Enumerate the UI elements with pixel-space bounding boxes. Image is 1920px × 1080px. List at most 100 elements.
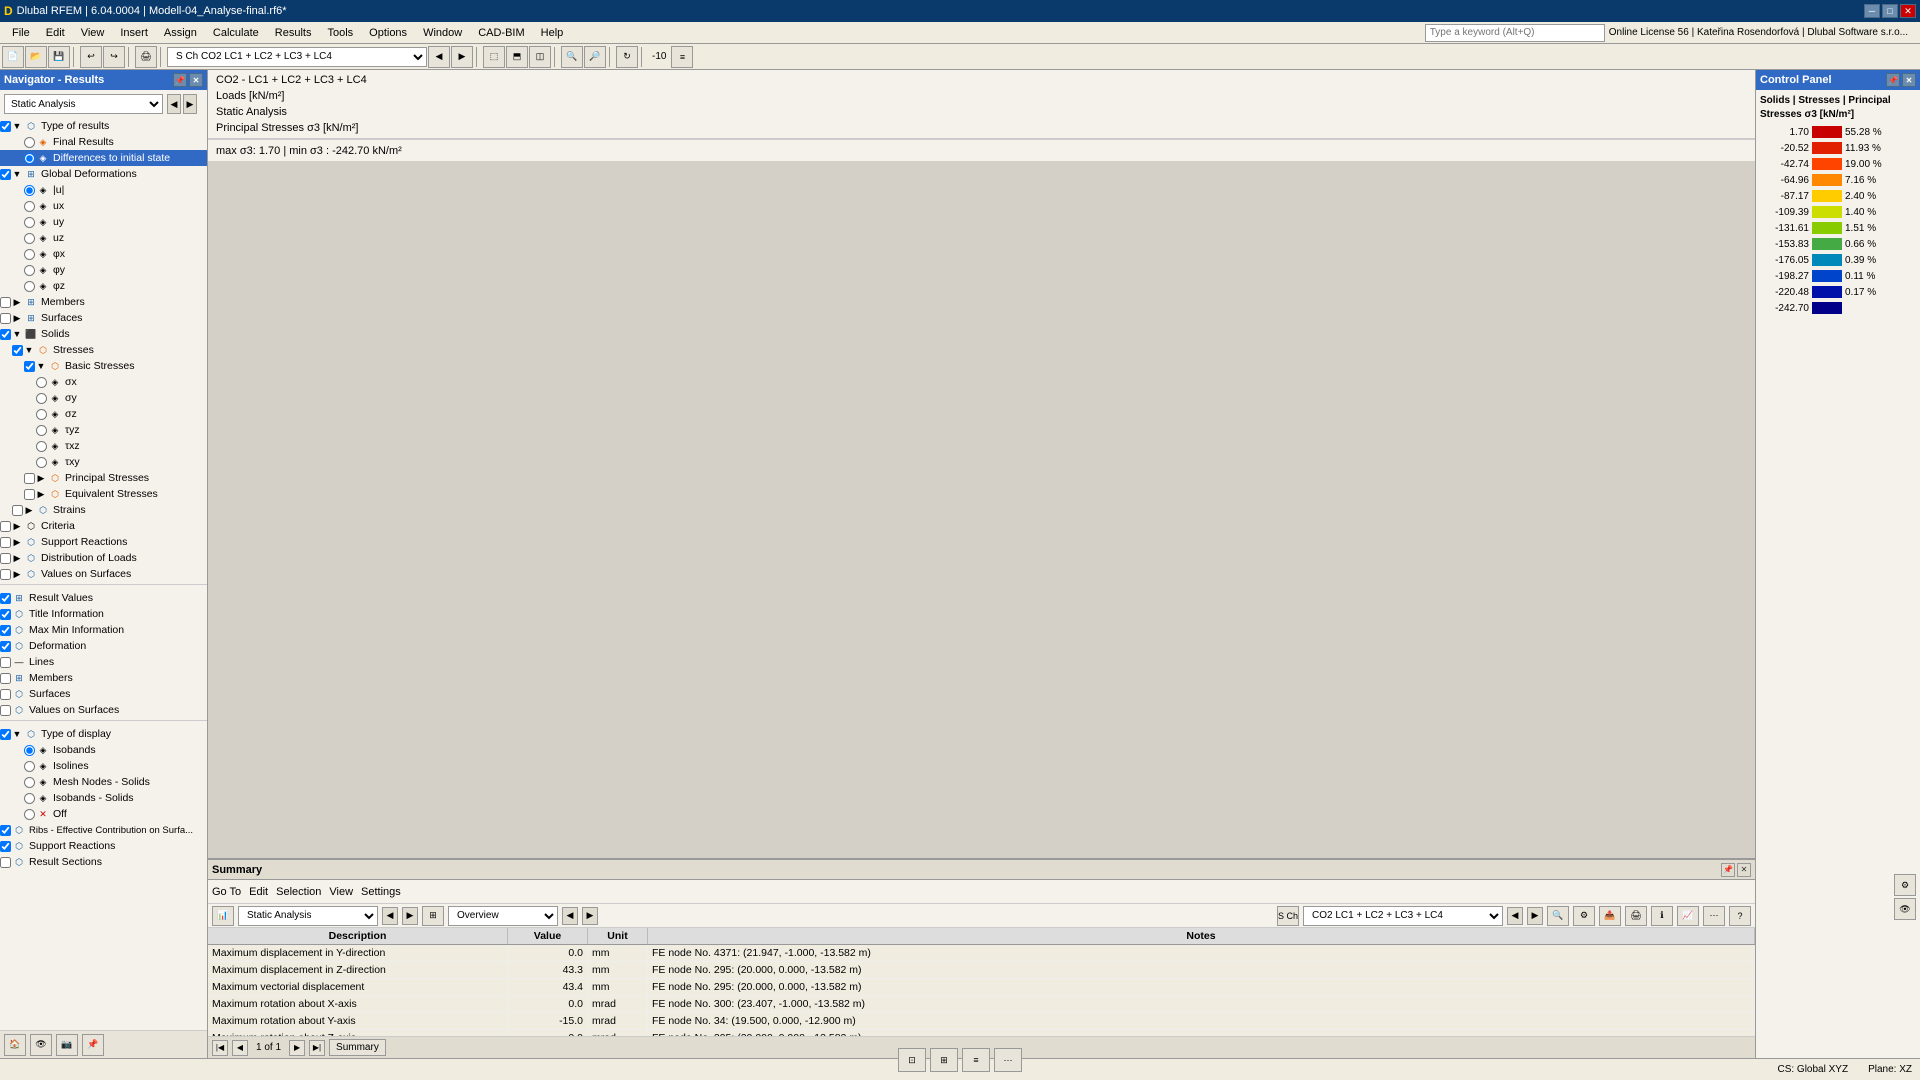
isobands-solids-radio[interactable] [24, 793, 35, 804]
menu-insert[interactable]: Insert [112, 25, 156, 41]
table-row[interactable]: Maximum displacement in Z-direction 43.3… [208, 962, 1755, 979]
cp-settings-button[interactable]: ⚙ [1894, 874, 1916, 896]
tree-item-principal-stresses[interactable]: ▶ ⬡ Principal Stresses [0, 470, 207, 486]
overview-prev-btn[interactable]: ◀ [562, 907, 578, 925]
control-panel-close[interactable]: ✕ [1902, 73, 1916, 87]
analysis-combo[interactable]: Static Analysis [4, 94, 163, 114]
tree-item-equiv-stresses[interactable]: ▶ ⬡ Equivalent Stresses [0, 486, 207, 502]
members-expand[interactable]: ▶ [11, 296, 23, 308]
tb-export[interactable]: 📤 [1599, 906, 1621, 926]
values-surfaces-check[interactable] [0, 569, 11, 580]
stresses-expand[interactable]: ▼ [23, 344, 35, 356]
selection-menu[interactable]: Selection [276, 886, 321, 898]
uy-radio[interactable] [24, 217, 35, 228]
tree-item-global-deform[interactable]: ▼ ⊞ Global Deformations [0, 166, 207, 182]
tree-item-result-sections[interactable]: ⬡ Result Sections [0, 854, 207, 870]
zoom-out-button[interactable]: 🔎 [584, 46, 606, 68]
summary-pin-button[interactable]: 📌 [1721, 863, 1735, 877]
deformation-check[interactable] [0, 641, 11, 652]
final-results-radio[interactable] [24, 137, 35, 148]
txy-radio[interactable] [36, 457, 47, 468]
tree-item-isobands[interactable]: ◈ Isobands [0, 742, 207, 758]
sx-radio[interactable] [36, 377, 47, 388]
dist-loads-check[interactable] [0, 553, 11, 564]
tree-item-phiz[interactable]: ◈ φz [0, 278, 207, 294]
summary-close-button[interactable]: ✕ [1737, 863, 1751, 877]
u-radio[interactable] [24, 185, 35, 196]
goto-menu[interactable]: Go To [212, 886, 241, 898]
strains-expand[interactable]: ▶ [23, 504, 35, 516]
load-combo[interactable]: S Ch CO2 LC1 + LC2 + LC3 + LC4 [167, 47, 427, 67]
open-button[interactable]: 📂 [25, 46, 47, 68]
redo-button[interactable]: ↪ [103, 46, 125, 68]
close-button[interactable]: ✕ [1900, 4, 1916, 18]
overview-next-btn[interactable]: ▶ [582, 907, 598, 925]
tree-item-ribs-contrib[interactable]: ⬡ Ribs - Effective Contribution on Surfa… [0, 822, 207, 838]
nav-prev-button[interactable]: ◀ [167, 94, 181, 114]
tree-item-surfaces2[interactable]: ⬡ Surfaces [0, 686, 207, 702]
type-display-check[interactable] [0, 729, 11, 740]
summary-tb1[interactable]: S Ch [1277, 906, 1299, 926]
tree-item-isobands-solids[interactable]: ◈ Isobands - Solids [0, 790, 207, 806]
members-check[interactable] [0, 297, 11, 308]
tree-item-txy[interactable]: ◈ τxy [0, 454, 207, 470]
tree-item-maxmin-info[interactable]: ⬡ Max Min Information [0, 622, 207, 638]
tree-item-tyz[interactable]: ◈ τyz [0, 422, 207, 438]
cp-view-button[interactable]: 👁 [1894, 898, 1916, 920]
support-reactions2-check[interactable] [0, 841, 11, 852]
tree-item-off[interactable]: ✕ Off [0, 806, 207, 822]
basic-stresses-check[interactable] [24, 361, 35, 372]
criteria-expand[interactable]: ▶ [11, 520, 23, 532]
undo-button[interactable]: ↩ [80, 46, 102, 68]
navigator-close-button[interactable]: ✕ [189, 73, 203, 87]
isobands-radio[interactable] [24, 745, 35, 756]
tree-item-dist-loads[interactable]: ▶ ⬡ Distribution of Loads [0, 550, 207, 566]
menu-file[interactable]: File [4, 25, 38, 41]
menu-window[interactable]: Window [415, 25, 470, 41]
overview-combo[interactable]: Overview [448, 906, 558, 926]
menu-tools[interactable]: Tools [319, 25, 361, 41]
table-row[interactable]: Maximum displacement in Y-direction 0.0 … [208, 945, 1755, 962]
minimize-button[interactable]: ─ [1864, 4, 1880, 18]
view-3d-button[interactable]: ⬚ [483, 46, 505, 68]
tree-item-sx[interactable]: ◈ σx [0, 374, 207, 390]
global-deform-check[interactable] [0, 169, 11, 180]
surfaces-check[interactable] [0, 313, 11, 324]
surfaces2-check[interactable] [0, 689, 11, 700]
menu-assign[interactable]: Assign [156, 25, 205, 41]
menu-view[interactable]: View [73, 25, 113, 41]
type-display-expand[interactable]: ▼ [11, 728, 23, 740]
tyz-radio[interactable] [36, 425, 47, 436]
phiy-radio[interactable] [24, 265, 35, 276]
tree-item-support-reactions[interactable]: ▶ ⬡ Support Reactions [0, 534, 207, 550]
menu-help[interactable]: Help [533, 25, 572, 41]
sz-radio[interactable] [36, 409, 47, 420]
sy-radio[interactable] [36, 393, 47, 404]
tree-item-criteria[interactable]: ▶ ⬡ Criteria [0, 518, 207, 534]
result-values-check[interactable] [0, 593, 11, 604]
uz-radio[interactable] [24, 233, 35, 244]
solids-check[interactable] [0, 329, 11, 340]
view-front-button[interactable]: ⬒ [506, 46, 528, 68]
tree-item-type-display[interactable]: ▼ ⬡ Type of display [0, 726, 207, 742]
view-menu[interactable]: View [329, 886, 353, 898]
tree-item-type-results[interactable]: ▼ ⬡ Type of results [0, 118, 207, 134]
stresses-check[interactable] [12, 345, 23, 356]
edit-menu[interactable]: Edit [249, 886, 268, 898]
tree-item-result-values[interactable]: ⊞ Result Values [0, 590, 207, 606]
principal-stresses-expand[interactable]: ▶ [35, 472, 47, 484]
tree-item-phiy[interactable]: ◈ φy [0, 262, 207, 278]
tb-help[interactable]: ? [1729, 906, 1751, 926]
tree-item-sy[interactable]: ◈ σy [0, 390, 207, 406]
prev-case-button[interactable]: ◀ [428, 46, 450, 68]
type-results-check[interactable] [0, 121, 11, 132]
lines-check[interactable] [0, 657, 11, 668]
mesh-nodes-solids-radio[interactable] [24, 777, 35, 788]
summary-view-icon[interactable]: ⊞ [422, 906, 444, 926]
equiv-stresses-check[interactable] [24, 489, 35, 500]
dist-loads-expand[interactable]: ▶ [11, 552, 23, 564]
support-reactions-check[interactable] [0, 537, 11, 548]
isolines-radio[interactable] [24, 761, 35, 772]
tree-item-surfaces[interactable]: ▶ ⊞ Surfaces [0, 310, 207, 326]
maxmin-info-check[interactable] [0, 625, 11, 636]
